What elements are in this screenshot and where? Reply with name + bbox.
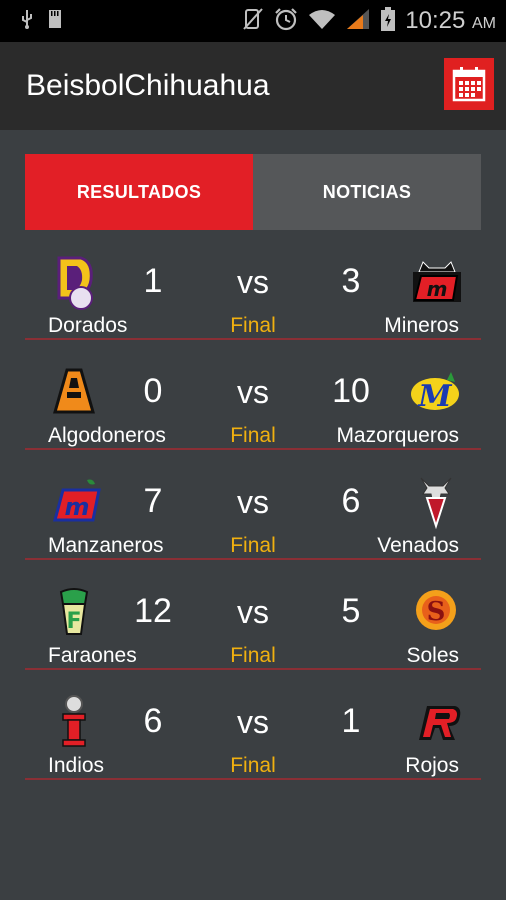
svg-text:m: m	[64, 493, 89, 521]
calendar-button[interactable]	[444, 58, 494, 110]
home-score: 7	[143, 482, 163, 520]
manzaneros-logo: m	[53, 479, 101, 522]
status-bar: 10:25 AM	[0, 0, 506, 42]
app-title: BeisbolChihuahua	[26, 69, 270, 102]
indios-logo	[62, 695, 86, 747]
game-row[interactable]: m 7 vs 6 Manzaneros Final Venados	[25, 450, 481, 560]
svg-text:M: M	[417, 379, 452, 414]
home-team-name: Algodoneros	[48, 424, 166, 447]
battery-icon	[380, 6, 396, 37]
wifi-icon	[308, 8, 336, 35]
vs-label: vs	[237, 704, 269, 740]
away-team-name: Mazorqueros	[336, 424, 459, 447]
home-score: 0	[143, 372, 163, 410]
game-row[interactable]: 0 vs 10 M Algodoneros Final Mazorqueros	[25, 340, 481, 450]
rojos-logo	[419, 706, 461, 740]
game-row[interactable]: 6 vs 1 Indios Final Rojos	[25, 670, 481, 780]
svg-text:m: m	[427, 277, 448, 301]
vs-label: vs	[237, 594, 269, 630]
away-score: 5	[341, 592, 361, 630]
usb-icon	[20, 9, 34, 33]
soles-logo: S	[416, 590, 456, 630]
venados-logo	[420, 477, 452, 530]
svg-text:F: F	[66, 609, 81, 634]
home-score: 12	[134, 592, 172, 630]
faraones-logo: F	[59, 588, 89, 635]
home-score: 1	[143, 262, 163, 300]
vs-label: vs	[237, 484, 269, 520]
mineros-logo: m	[413, 261, 461, 302]
signal-icon	[345, 7, 371, 36]
home-team-name: Indios	[48, 754, 105, 777]
mazorqueros-logo: M	[411, 372, 459, 414]
away-team-name: Soles	[406, 644, 459, 667]
algodoneros-logo	[53, 368, 95, 414]
home-team-name: Faraones	[48, 644, 137, 667]
vs-label: vs	[237, 264, 269, 300]
away-score: 3	[341, 262, 361, 300]
away-score: 6	[341, 482, 361, 520]
away-score: 1	[341, 702, 361, 740]
home-team-name: Dorados	[48, 314, 128, 337]
vs-label: vs	[237, 374, 269, 410]
mute-icon	[242, 7, 264, 36]
app-bar: BeisbolChihuahua	[0, 42, 506, 130]
tab-resultados[interactable]: RESULTADOS	[25, 154, 253, 230]
game-status: Final	[230, 754, 276, 777]
results-list: 1 vs 3 m Dorados Final Mineros 0 vs 10 M…	[25, 230, 481, 780]
away-team-name: Rojos	[405, 754, 459, 777]
game-row[interactable]: F 12 vs 5 S Faraones Final Soles	[25, 560, 481, 670]
away-team-name: Venados	[377, 534, 459, 557]
home-team-name: Manzaneros	[48, 534, 164, 557]
dorados-logo	[57, 256, 93, 310]
away-team-name: Mineros	[384, 314, 459, 337]
clock: 10:25 AM	[405, 7, 496, 34]
game-status: Final	[230, 644, 276, 667]
game-status: Final	[230, 424, 276, 447]
game-status: Final	[230, 534, 276, 557]
svg-text:S: S	[427, 597, 446, 627]
alarm-icon	[273, 6, 299, 37]
tab-noticias[interactable]: NOTICIAS	[253, 154, 481, 230]
sd-card-icon	[48, 9, 62, 33]
away-score: 10	[332, 372, 370, 410]
tab-bar: RESULTADOS NOTICIAS	[25, 154, 481, 230]
calendar-icon	[452, 67, 486, 102]
home-score: 6	[143, 702, 163, 740]
game-row[interactable]: 1 vs 3 m Dorados Final Mineros	[25, 230, 481, 340]
game-status: Final	[230, 314, 276, 337]
